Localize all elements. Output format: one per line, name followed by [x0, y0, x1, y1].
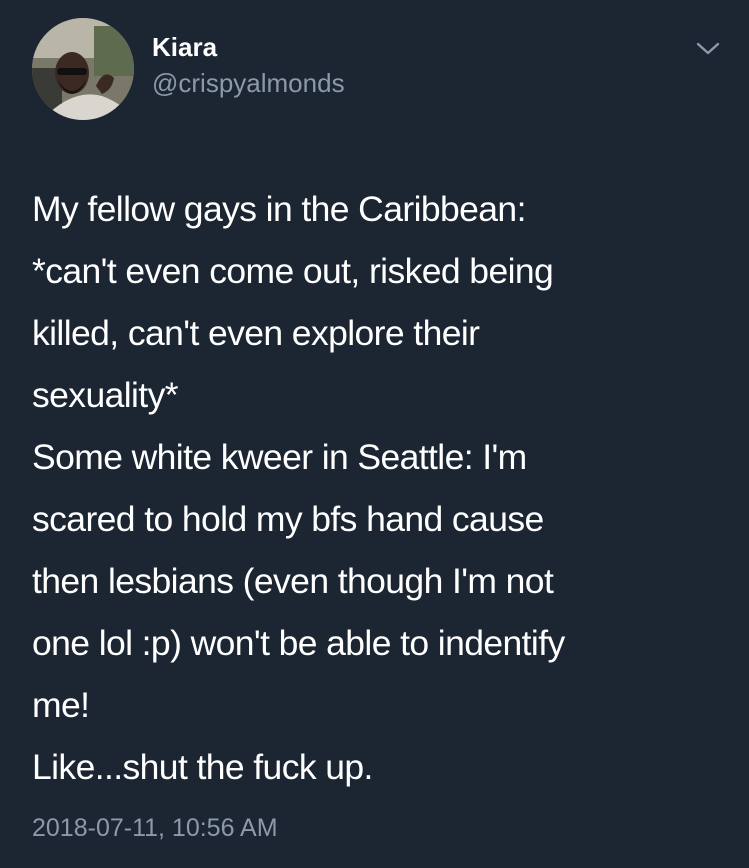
chevron-down-icon[interactable] — [695, 38, 721, 58]
tweet-text-line: Some white kweer in Seattle: I'm — [32, 437, 527, 477]
user-handle[interactable]: @crispyalmonds — [152, 66, 345, 100]
tweet-text-line: scared to hold my bfs hand cause — [32, 499, 544, 539]
avatar-image — [32, 18, 134, 120]
tweet-text-line: Like...shut the fuck up. — [32, 747, 373, 787]
tweet-text-line: me! — [32, 685, 90, 725]
tweet-text-line: sexuality* — [32, 375, 179, 415]
user-info: Kiara @crispyalmonds — [152, 30, 345, 100]
avatar[interactable] — [32, 18, 134, 120]
tweet-text-line: one lol :p) won't be able to indentify — [32, 623, 565, 663]
tweet-text-line: then lesbians (even though I'm not — [32, 561, 554, 601]
tweet-text: My fellow gays in the Caribbean: *can't … — [32, 178, 732, 798]
tweet-text-line: killed, can't even explore their — [32, 313, 480, 353]
display-name[interactable]: Kiara — [152, 30, 345, 64]
tweet-timestamp[interactable]: 2018-07-11, 10:56 AM — [32, 812, 278, 844]
tweet-text-line: My fellow gays in the Caribbean: — [32, 189, 526, 229]
tweet-card: Kiara @crispyalmonds My fellow gays in t… — [0, 0, 749, 868]
tweet-text-line: *can't even come out, risked being — [32, 251, 554, 291]
